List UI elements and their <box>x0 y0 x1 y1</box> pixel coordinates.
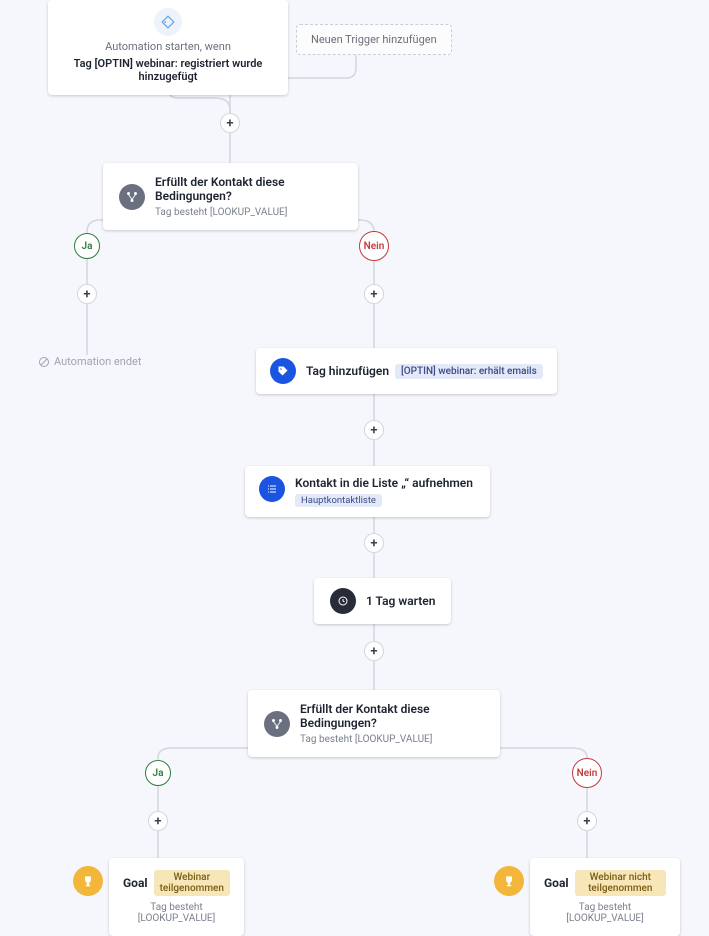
tag-icon <box>154 8 182 36</box>
trophy-icon <box>73 866 103 896</box>
automation-end-label: Automation endet <box>38 355 141 368</box>
add-trigger-button[interactable]: Neuen Trigger hinzufügen <box>296 24 452 55</box>
list-chip: Hauptkontaktliste <box>295 494 382 507</box>
add-step-button[interactable]: + <box>577 811 597 831</box>
goal-chip: Webinar nicht teilgenommen <box>575 870 666 896</box>
trophy-icon <box>494 866 524 896</box>
add-step-button[interactable]: + <box>148 811 168 831</box>
goal-node-no[interactable]: Goal Webinar nicht teilgenommen Tag best… <box>530 858 680 936</box>
add-tag-node[interactable]: Tag hinzufügen [OPTIN] webinar: erhält e… <box>256 348 557 394</box>
branch-no-label: Nein <box>572 758 602 788</box>
add-step-button[interactable]: + <box>364 420 384 440</box>
goal-sub: Tag besteht [LOOKUP_VALUE] <box>123 902 230 924</box>
add-tag-label: Tag hinzufügen <box>306 364 389 378</box>
wait-node[interactable]: 1 Tag warten <box>314 578 451 624</box>
goal-label: Goal <box>123 876 148 890</box>
fork-icon <box>119 184 145 210</box>
add-to-list-label: Kontakt in die Liste „“ aufnehmen <box>295 476 473 490</box>
automation-canvas: Automation starten, wenn Tag [OPTIN] web… <box>0 0 709 906</box>
list-icon <box>259 476 285 502</box>
branch-no-label: Nein <box>359 231 389 261</box>
fork-icon <box>264 711 290 737</box>
add-step-button[interactable]: + <box>220 113 240 133</box>
goal-label: Goal <box>544 876 569 890</box>
ban-icon <box>38 356 50 368</box>
condition-node-2[interactable]: Erfüllt der Kontakt diese Bedingungen? T… <box>248 690 500 757</box>
condition-node-1[interactable]: Erfüllt der Kontakt diese Bedingungen? T… <box>103 163 358 230</box>
add-to-list-node[interactable]: Kontakt in die Liste „“ aufnehmen Hauptk… <box>245 466 490 517</box>
tag-icon <box>270 358 296 384</box>
clock-icon <box>330 588 356 614</box>
add-step-button[interactable]: + <box>77 284 97 304</box>
add-step-button[interactable]: + <box>364 284 384 304</box>
goal-node-yes[interactable]: Goal Webinar teilgenommen Tag besteht [L… <box>109 858 244 936</box>
goal-sub: Tag besteht [LOOKUP_VALUE] <box>544 902 666 924</box>
branch-yes-label: Ja <box>145 760 171 786</box>
add-trigger-label: Neuen Trigger hinzufügen <box>311 33 437 46</box>
goal-chip: Webinar teilgenommen <box>154 870 230 896</box>
condition-title: Erfüllt der Kontakt diese Bedingungen? <box>300 702 484 730</box>
add-step-button[interactable]: + <box>364 641 384 661</box>
connectors <box>0 0 709 906</box>
branch-yes-label: Ja <box>74 233 100 259</box>
wait-label: 1 Tag warten <box>366 594 435 608</box>
condition-title: Erfüllt der Kontakt diese Bedingungen? <box>155 175 342 203</box>
trigger-start-node[interactable]: Automation starten, wenn Tag [OPTIN] web… <box>48 0 288 95</box>
condition-sub: Tag besteht [LOOKUP_VALUE] <box>155 207 342 218</box>
add-step-button[interactable]: + <box>364 533 384 553</box>
condition-sub: Tag besteht [LOOKUP_VALUE] <box>300 734 484 745</box>
tag-chip: [OPTIN] webinar: erhält emails <box>395 364 543 379</box>
trigger-prompt: Automation starten, wenn <box>105 40 231 53</box>
trigger-label: Tag [OPTIN] webinar: registriert wurde h… <box>58 57 278 83</box>
